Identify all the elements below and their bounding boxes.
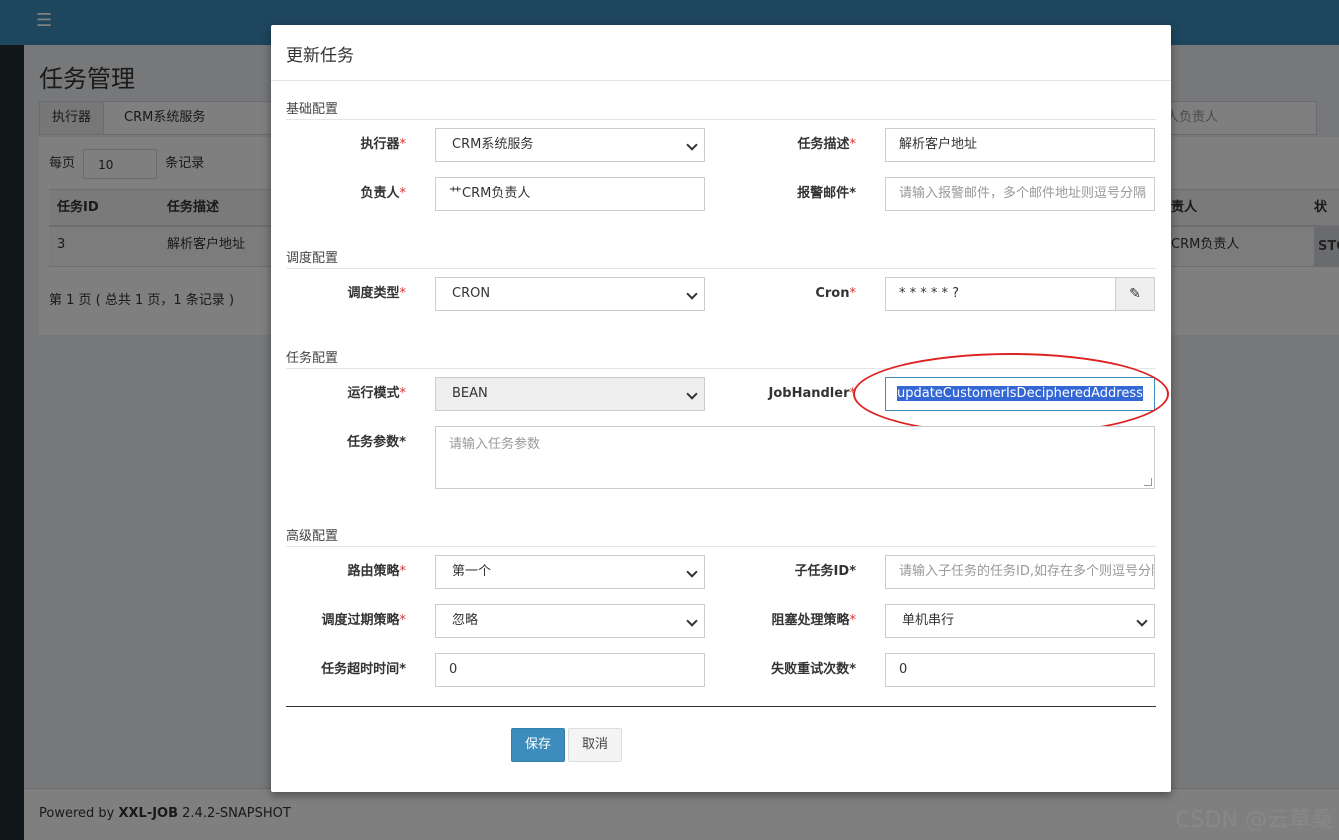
annotation-circle (853, 353, 1169, 435)
section-schedule: 调度配置 (286, 247, 1156, 269)
section-basic: 基础配置 (286, 98, 1156, 120)
job-param-label: 任务参数* (347, 435, 406, 450)
job-desc-label: 任务描述* (797, 137, 856, 152)
timeout-label: 任务超时时间* (321, 662, 406, 677)
alarm-email-label: 报警邮件* (797, 186, 856, 201)
save-button[interactable]: 保存 (511, 728, 565, 762)
cancel-button[interactable]: 取消 (568, 728, 622, 762)
job-param-placeholder: 请输入任务参数 (449, 437, 541, 452)
cron-label: Cron* (815, 286, 856, 301)
misfire-strategy-select[interactable]: 忽略 (435, 604, 705, 638)
executor-select[interactable]: CRM系统服务 (435, 128, 705, 162)
route-strategy-label: 路由策略* (347, 564, 406, 579)
glue-type-label: 运行模式* (347, 386, 406, 401)
timeout-input[interactable]: 0 (435, 653, 705, 687)
edit-icon[interactable]: ✎ (1115, 277, 1155, 311)
alarm-email-input[interactable]: 请输入报警邮件，多个邮件地址则逗号分隔 (885, 177, 1155, 211)
schedule-type-select[interactable]: CRON (435, 277, 705, 311)
fail-retry-label: 失败重试次数* (771, 662, 856, 677)
executor-label: 执行器* (360, 137, 406, 152)
cron-input[interactable]: * * * * * ? (885, 277, 1116, 311)
block-strategy-select[interactable]: 单机串行 (885, 604, 1155, 638)
child-job-id-input[interactable]: 请输入子任务的任务ID,如存在多个则逗号分隔 (885, 555, 1155, 589)
misfire-strategy-label: 调度过期策略* (321, 613, 406, 628)
section-advanced: 高级配置 (286, 525, 1156, 547)
resize-handle[interactable] (1144, 478, 1152, 486)
owner-input[interactable]: 艹CRM负责人 (435, 177, 705, 211)
job-handler-label: JobHandler* (768, 386, 856, 401)
block-strategy-label: 阻塞处理策略* (771, 613, 856, 628)
schedule-type-label: 调度类型* (347, 286, 406, 301)
owner-label: 负责人* (360, 186, 406, 201)
glue-type-select: BEAN (435, 377, 705, 411)
child-job-id-label: 子任务ID* (794, 564, 856, 579)
fail-retry-input[interactable]: 0 (885, 653, 1155, 687)
job-param-textarea[interactable]: 请输入任务参数 (435, 426, 1155, 489)
divider (286, 706, 1156, 707)
update-job-modal: 更新任务 基础配置 执行器* CRM系统服务 任务描述* 解析客户地址 负责人*… (271, 25, 1171, 792)
watermark: CSDN @云草桑 (1175, 808, 1333, 833)
modal-title: 更新任务 (271, 25, 1171, 81)
route-strategy-select[interactable]: 第一个 (435, 555, 705, 589)
job-desc-input[interactable]: 解析客户地址 (885, 128, 1155, 162)
